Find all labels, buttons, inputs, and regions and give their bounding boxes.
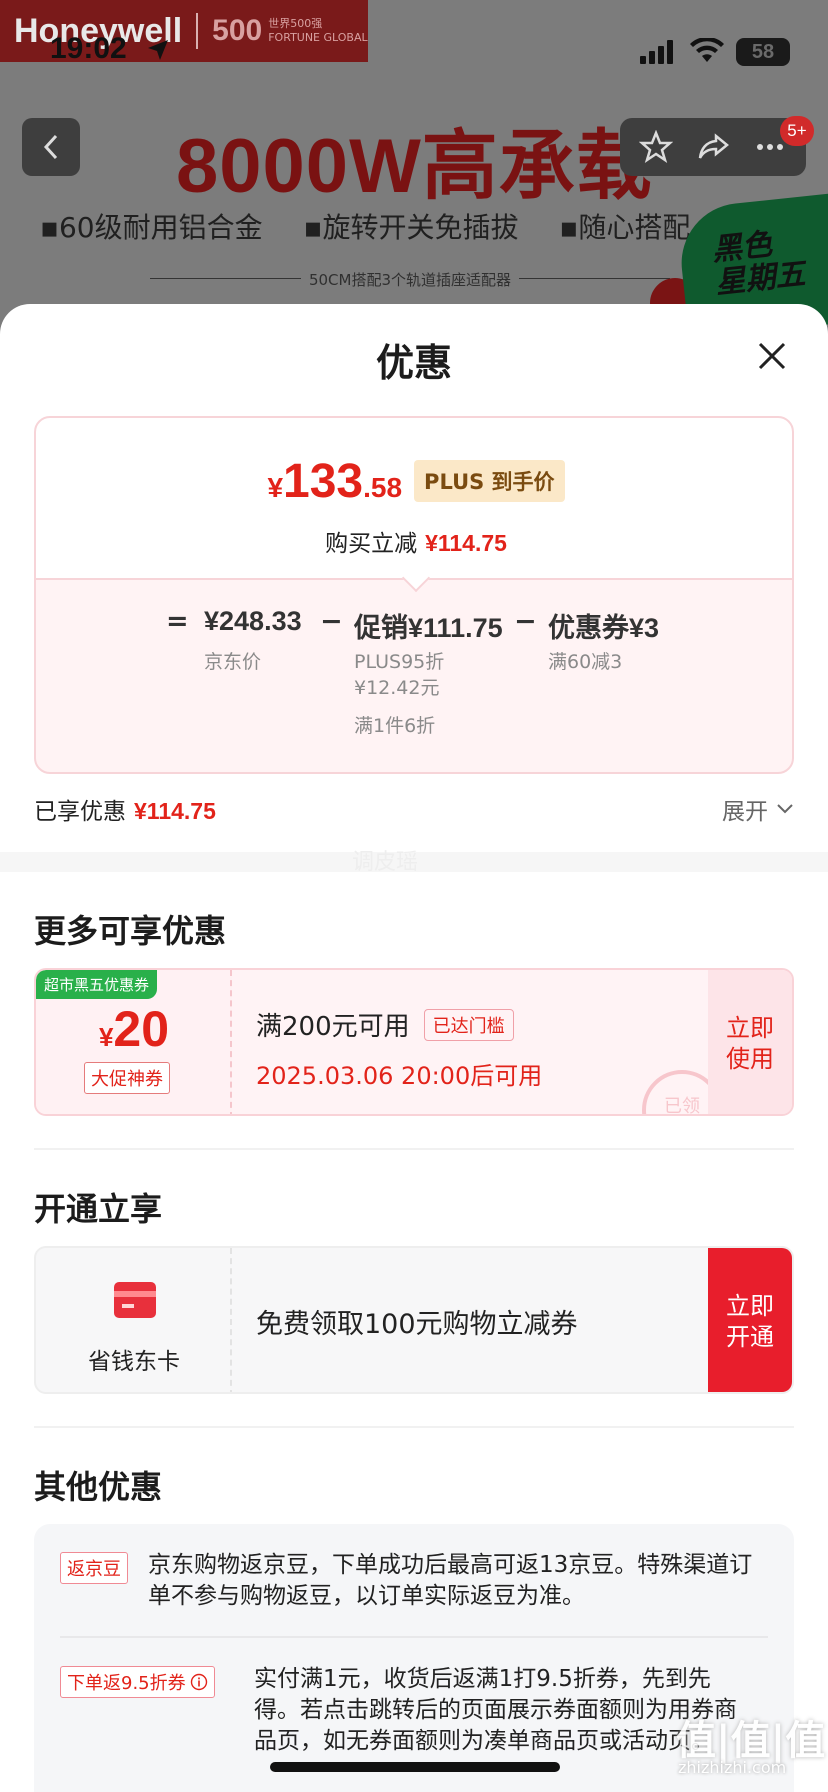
jingdou-description: 京东购物返京豆，下单成功后最高可返13京豆。特殊渠道订单不参与购物返豆，以订单实… bbox=[148, 1552, 753, 1610]
membership-name: 省钱东卡 bbox=[88, 1349, 180, 1375]
coupon-return-tag[interactable]: 下单返9.5折券 bbox=[60, 1666, 215, 1698]
expand-button[interactable]: 展开 bbox=[722, 792, 794, 826]
threshold-reached-badge: 已达门槛 bbox=[423, 1008, 514, 1041]
feature-item: ▪60级耐用铝合金 bbox=[40, 211, 263, 244]
promo-detail-plus95: PLUS95折 bbox=[354, 651, 445, 673]
wifi-icon bbox=[690, 38, 724, 62]
list-divider bbox=[60, 1636, 768, 1638]
price-breakdown-card: ¥ 133 .58 PLUS 到手价 购买立减 ¥114.75 = ¥248.33… bbox=[34, 416, 794, 774]
membership-card-panel: 省钱东卡 bbox=[36, 1248, 232, 1392]
product-page-backdrop[interactable]: Honeywell 500 世界500强 FORTUNE GLOBAL 8000W… bbox=[0, 0, 828, 340]
promo-subline: 50CM搭配3个轨道插座适配器 bbox=[150, 271, 670, 300]
location-arrow-icon bbox=[148, 40, 168, 60]
image-watermark: 调皮瑶 bbox=[352, 850, 419, 875]
coupon-value-panel: 超市黑五优惠券 ¥20 大促神券 bbox=[36, 970, 232, 1114]
coupon-valid-time: 2025.03.06 20:00后可用 bbox=[256, 1062, 543, 1090]
activate-membership-button[interactable]: 立即 开通 bbox=[708, 1248, 792, 1392]
coupon-tag: 超市黑五优惠券 bbox=[36, 970, 158, 999]
feature-item: ▪随心搭配 bbox=[559, 211, 691, 244]
price-integer: 133 bbox=[283, 455, 364, 508]
info-icon bbox=[190, 1673, 207, 1691]
star-icon[interactable] bbox=[639, 130, 674, 164]
back-button[interactable] bbox=[22, 118, 80, 176]
reduction-amount: ¥114.75 bbox=[425, 530, 507, 556]
enjoyed-discount-row: 已享优惠 ¥114.75 展开 bbox=[34, 792, 794, 832]
cellular-signal-icon bbox=[640, 40, 673, 64]
chevron-down-icon bbox=[777, 804, 793, 814]
minus-sign: − bbox=[320, 606, 343, 637]
corner-watermark-url: zhizhizhi.com bbox=[678, 1758, 787, 1777]
price-currency: ¥ bbox=[267, 472, 284, 503]
membership-card: 省钱东卡 免费领取100元购物立减券 立即 开通 bbox=[34, 1246, 794, 1394]
section-divider bbox=[34, 1426, 794, 1428]
promo-headline: 8000W高承载 bbox=[176, 124, 653, 209]
other-discounts-title: 其他优惠 bbox=[34, 1468, 163, 1506]
chevron-left-icon bbox=[43, 134, 58, 160]
sheet-title: 优惠 bbox=[375, 341, 452, 385]
message-count-badge: 5+ bbox=[780, 116, 814, 146]
purchase-reduction: 购买立减 ¥114.75 bbox=[36, 524, 796, 558]
share-icon[interactable] bbox=[696, 130, 730, 164]
jingdou-tag: 返京豆 bbox=[60, 1552, 128, 1584]
equals-sign: = bbox=[166, 606, 189, 637]
feature-item: ▪旋转开关免插拔 bbox=[303, 211, 519, 244]
coupon-condition: 满200元可用 已达门槛 bbox=[256, 1006, 514, 1043]
credit-card-icon bbox=[114, 1282, 156, 1318]
battery-indicator: 58 bbox=[736, 38, 790, 66]
promo-detail-60off: 满1件6折 bbox=[354, 715, 436, 737]
section-divider bbox=[34, 1148, 794, 1150]
expand-label: 展开 bbox=[722, 799, 768, 825]
price-decimal: .58 bbox=[363, 472, 403, 503]
home-indicator[interactable] bbox=[270, 1762, 560, 1772]
promo-features: ▪60级耐用铝合金 ▪旋转开关免插拔 ▪随心搭配 bbox=[40, 206, 722, 246]
coupon-discount: 优惠券¥3 bbox=[548, 613, 660, 644]
use-coupon-button[interactable]: 立即 使用 bbox=[708, 970, 792, 1114]
coupon-value: ¥20 bbox=[98, 1001, 170, 1057]
membership-description: 免费领取100元购物立减券 bbox=[256, 1309, 578, 1340]
close-icon[interactable] bbox=[752, 336, 792, 376]
plus-price-tag: PLUS 到手价 bbox=[414, 460, 565, 502]
more-discounts-title: 更多可享优惠 bbox=[34, 912, 227, 950]
promo-detail-amount: ¥12.42元 bbox=[354, 677, 440, 699]
final-price-row: ¥ 133 .58 PLUS 到手价 bbox=[36, 454, 796, 510]
jd-price-label: 京东价 bbox=[204, 651, 262, 673]
status-time: 19:02 bbox=[50, 32, 127, 65]
coupon-card: 超市黑五优惠券 ¥20 大促神券 满200元可用 已达门槛 2025.03.06… bbox=[34, 968, 794, 1116]
pointer-caret bbox=[401, 563, 431, 593]
reduction-label: 购买立减 bbox=[325, 531, 418, 557]
membership-title: 开通立享 bbox=[34, 1190, 163, 1228]
promo-discount: 促销¥111.75 bbox=[354, 613, 503, 644]
enjoyed-label: 已享优惠 bbox=[34, 799, 126, 825]
status-bar: 19:02 58 bbox=[0, 30, 828, 74]
coupon-detail: 满60减3 bbox=[548, 651, 623, 673]
enjoyed-amount: ¥114.75 bbox=[134, 798, 216, 824]
jd-price: ¥248.33 bbox=[204, 606, 302, 636]
nav-action-group bbox=[620, 118, 806, 176]
coupon-type-badge: 大促神券 bbox=[84, 1062, 170, 1094]
discount-sheet: 优惠 ¥ 133 .58 PLUS 到手价 购买立减 ¥114.75 = ¥248… bbox=[0, 304, 828, 1792]
minus-sign: − bbox=[514, 606, 537, 637]
